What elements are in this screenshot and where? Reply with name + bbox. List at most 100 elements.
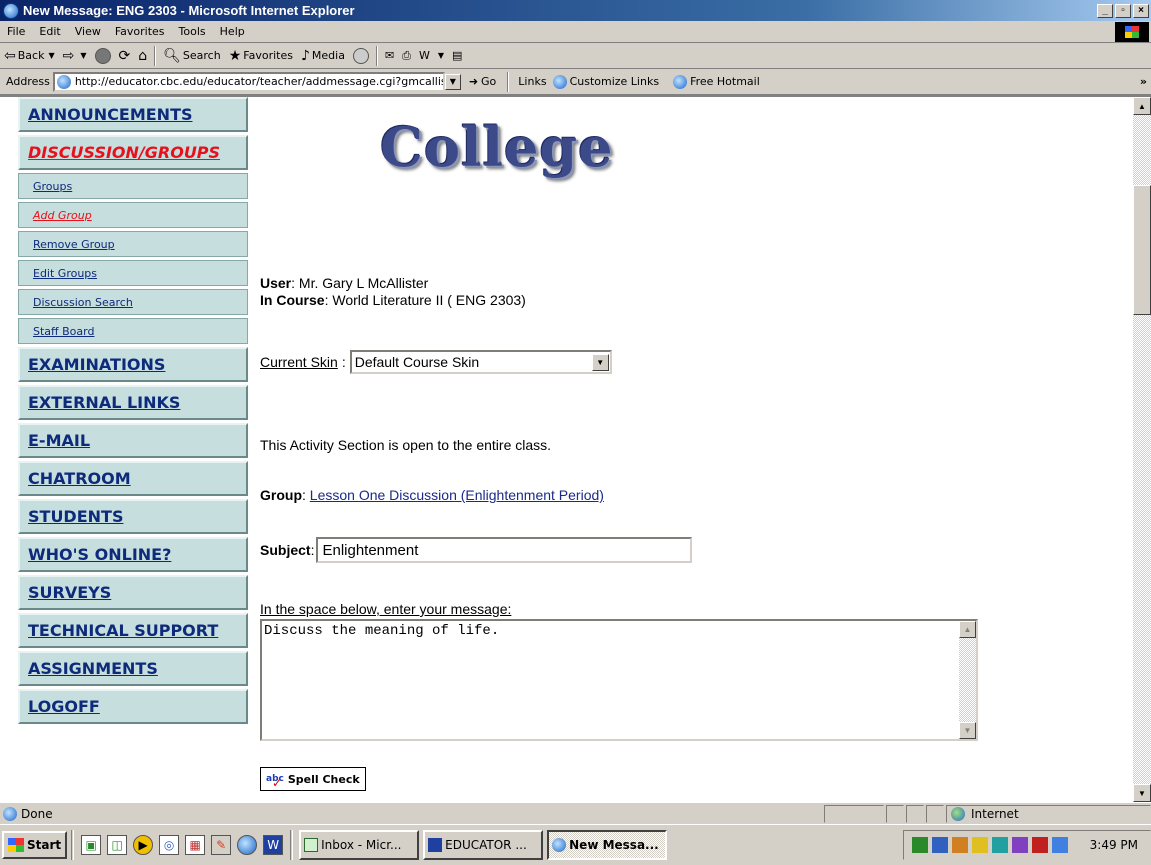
scroll-down-icon[interactable]: ▼ [1133, 784, 1151, 802]
nav-logoff[interactable]: LOGOFF [18, 689, 248, 724]
close-button[interactable]: × [1133, 3, 1149, 18]
status-pane [906, 804, 924, 823]
media-button[interactable]: ♪ Media [297, 48, 349, 64]
media-label: Media [311, 49, 345, 62]
skin-dropdown-icon[interactable]: ▼ [591, 354, 609, 371]
window-title: New Message: ENG 2303 - Microsoft Intern… [23, 3, 355, 18]
nav-students[interactable]: STUDENTS [18, 499, 248, 534]
stop-icon[interactable] [94, 47, 111, 64]
skin-select[interactable]: Default Course Skin ▼ [349, 350, 612, 374]
home-icon[interactable]: ⌂ [138, 48, 147, 64]
quicklaunch-desktop-icon[interactable]: ▣ [81, 835, 102, 855]
quicklaunch-paint-icon[interactable]: ✎ [211, 835, 232, 855]
refresh-icon[interactable]: ⟳ [119, 48, 131, 64]
favorites-button[interactable]: ★ Favorites [225, 48, 297, 64]
menu-help[interactable]: Help [213, 25, 252, 38]
tray-update-icon[interactable] [991, 837, 1008, 853]
tray-settings-icon[interactable] [951, 837, 968, 853]
nav-groups[interactable]: Groups [18, 173, 248, 199]
minimize-button[interactable]: _ [1097, 3, 1113, 18]
link-free-hotmail[interactable]: Free Hotmail [673, 74, 760, 89]
message-textarea[interactable]: Discuss the meaning of life. ▲ ▼ [260, 619, 978, 741]
maximize-button[interactable]: ▫ [1115, 3, 1131, 18]
discuss-icon[interactable]: ▤ [452, 49, 462, 62]
nav-technical-support[interactable]: TECHNICAL SUPPORT [18, 613, 248, 648]
nav-discussion-groups[interactable]: DISCUSSION/GROUPS [18, 135, 248, 170]
quicklaunch-word-icon[interactable]: W [263, 835, 284, 855]
nav-discussion-search[interactable]: Discussion Search [18, 289, 248, 315]
nav-external-links[interactable]: EXTERNAL LINKS [18, 385, 248, 420]
title-bar[interactable]: New Message: ENG 2303 - Microsoft Intern… [0, 0, 1151, 21]
nav-assignments[interactable]: ASSIGNMENTS [18, 651, 248, 686]
address-input[interactable]: http://educator.cbc.edu/educator/teacher… [52, 71, 445, 92]
subject-label: Subject [260, 542, 311, 558]
menu-tools[interactable]: Tools [172, 25, 213, 38]
scroll-thumb[interactable] [1133, 185, 1151, 315]
nav-announcements[interactable]: ANNOUNCEMENTS [18, 97, 248, 132]
search-button[interactable]: 🔍︎ Search [159, 48, 225, 64]
nav-examinations[interactable]: EXAMINATIONS [18, 347, 248, 382]
nav-chatroom[interactable]: CHATROOM [18, 461, 248, 496]
back-dropdown-icon[interactable]: ▼ [48, 51, 54, 60]
skin-row: Current Skin: Default Course Skin ▼ [260, 350, 612, 374]
mail-icon[interactable]: ✉ [385, 49, 394, 62]
nav-remove-group[interactable]: Remove Group [18, 231, 248, 257]
menu-file[interactable]: File [0, 25, 32, 38]
spell-check-button[interactable]: abc Spell Check [260, 767, 366, 791]
nav-email[interactable]: E-MAIL [18, 423, 248, 458]
menu-view[interactable]: View [68, 25, 108, 38]
nav-surveys[interactable]: SURVEYS [18, 575, 248, 610]
quicklaunch-office-icon[interactable]: ▦ [185, 835, 206, 855]
nav-whos-online[interactable]: WHO'S ONLINE? [18, 537, 248, 572]
task-educator[interactable]: EDUCATOR ... [423, 830, 544, 860]
taskbar-clock[interactable]: 3:49 PM [1090, 838, 1138, 852]
task-new-message-label: New Messa... [569, 838, 659, 852]
print-icon[interactable]: ⎙ [402, 49, 411, 63]
links-more-chevron-icon[interactable]: » [1140, 75, 1147, 88]
forward-dropdown-icon[interactable]: ▼ [80, 51, 86, 60]
scroll-up-icon[interactable]: ▲ [1133, 97, 1151, 115]
tray-power-icon[interactable] [971, 837, 988, 853]
tray-network-icon[interactable] [911, 837, 928, 853]
tray-messenger-icon[interactable] [1051, 837, 1068, 853]
link-customize-links[interactable]: Customize Links [552, 74, 660, 89]
nav-staff-board[interactable]: Staff Board [18, 318, 248, 344]
taskbar-separator [71, 830, 75, 860]
forward-arrow-icon: ⇨ [62, 47, 75, 64]
start-button[interactable]: Start [2, 831, 68, 859]
subject-row: Subject: [260, 537, 693, 563]
task-new-message[interactable]: New Messa... [547, 830, 668, 860]
message-scrollbar[interactable]: ▲ ▼ [959, 621, 976, 739]
group-row: Group: Lesson One Discussion (Enlightenm… [260, 487, 604, 503]
nav-add-group[interactable]: Add Group [18, 202, 248, 228]
message-scroll-up-icon[interactable]: ▲ [959, 621, 976, 638]
menu-edit[interactable]: Edit [32, 25, 67, 38]
page-scrollbar[interactable]: ▲ ▼ [1133, 95, 1151, 802]
tray-monitor-icon[interactable] [931, 837, 948, 853]
status-pane [886, 804, 904, 823]
link-customize-label: Customize Links [569, 75, 660, 88]
address-dropdown-icon[interactable]: ▼ [444, 73, 461, 90]
go-button[interactable]: ➜ Go [461, 75, 504, 88]
quicklaunch-app-icon[interactable]: ◫ [107, 835, 128, 855]
message-scroll-down-icon[interactable]: ▼ [959, 722, 976, 739]
group-link[interactable]: Lesson One Discussion (Enlightenment Per… [310, 487, 604, 503]
tray-status-icon[interactable] [1011, 837, 1028, 853]
nav-edit-groups[interactable]: Edit Groups [18, 260, 248, 286]
quicklaunch-ie-icon[interactable] [237, 835, 258, 855]
edit-dropdown-icon[interactable]: ▼ [438, 51, 444, 60]
history-icon[interactable] [352, 47, 369, 64]
subject-colon: : [310, 542, 315, 558]
back-button[interactable]: ⇦ Back ▼ [0, 48, 59, 64]
task-inbox[interactable]: Inbox - Micr... [299, 830, 420, 860]
tray-antivirus-icon[interactable] [1031, 837, 1048, 853]
word-edit-icon[interactable]: W [419, 49, 430, 62]
forward-button[interactable]: ⇨ ▼ [59, 48, 91, 64]
toolbar: ⇦ Back ▼ ⇨ ▼ ⟳ ⌂ 🔍︎ Search ★ Favorites ♪… [0, 43, 1151, 69]
menu-favorites[interactable]: Favorites [108, 25, 172, 38]
quicklaunch-media-icon[interactable]: ▶ [133, 835, 154, 855]
subject-input[interactable] [316, 537, 693, 563]
links-label[interactable]: Links [518, 75, 546, 88]
quicklaunch-search-icon[interactable]: ◎ [159, 835, 180, 855]
address-label: Address [6, 75, 50, 88]
